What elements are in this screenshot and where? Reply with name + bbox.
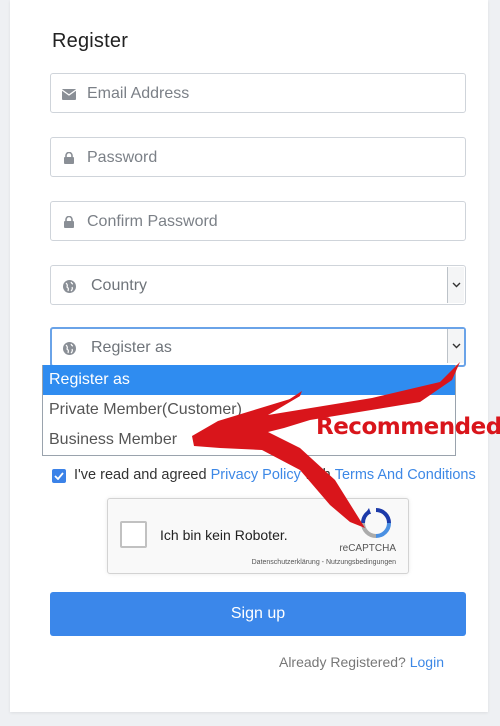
- dropdown-option[interactable]: Register as: [43, 365, 455, 395]
- recaptcha-label: Ich bin kein Roboter.: [160, 527, 288, 543]
- already-registered-text: Already Registered?: [278, 654, 406, 670]
- email-placeholder: Email Address: [87, 85, 190, 102]
- register-as-select[interactable]: Register as: [50, 327, 466, 367]
- recaptcha-links[interactable]: Datenschutzerklärung - Nutzungsbedingung…: [252, 559, 396, 566]
- register-card: Register Email Address Password Confirm …: [10, 0, 488, 712]
- lock-icon: [61, 150, 77, 166]
- confirm-password-field[interactable]: Confirm Password: [50, 201, 466, 241]
- terms-agreement: I've read and agreed Privacy Policy with…: [52, 467, 476, 483]
- recaptcha-logo-icon: [360, 508, 391, 538]
- recommended-label: Recommended: [316, 414, 500, 440]
- register-as-value: Register as: [91, 339, 172, 356]
- recaptcha-brand: reCAPTCHA: [339, 543, 396, 554]
- signup-button[interactable]: Sign up: [50, 592, 466, 636]
- password-placeholder: Password: [87, 149, 158, 166]
- recaptcha-widget: Ich bin kein Roboter. reCAPTCHA Datensch…: [107, 498, 409, 574]
- agree-text: I've read and agreed: [74, 467, 211, 483]
- privacy-policy-link[interactable]: Privacy Policy: [211, 467, 301, 483]
- agree-connector: with: [300, 467, 335, 483]
- chevron-down-icon[interactable]: [447, 329, 464, 363]
- register-as-dropdown: Register as Private Member(Customer) Bus…: [42, 365, 456, 456]
- page-title: Register: [52, 30, 129, 52]
- country-value: Country: [91, 277, 148, 294]
- chevron-down-icon[interactable]: [447, 267, 464, 303]
- terms-link[interactable]: Terms And Conditions: [335, 467, 476, 483]
- login-link[interactable]: Login: [410, 654, 444, 670]
- lock-icon: [61, 214, 77, 230]
- globe-icon: [61, 340, 77, 356]
- agree-checkbox[interactable]: [52, 469, 66, 483]
- already-registered: Already Registered? Login: [279, 654, 444, 670]
- envelope-icon: [61, 86, 77, 102]
- globe-icon: [61, 278, 77, 294]
- email-field[interactable]: Email Address: [50, 73, 466, 113]
- confirm-password-placeholder: Confirm Password: [87, 213, 218, 230]
- password-field[interactable]: Password: [50, 137, 466, 177]
- country-select[interactable]: Country: [50, 265, 466, 305]
- recaptcha-checkbox[interactable]: [120, 521, 147, 548]
